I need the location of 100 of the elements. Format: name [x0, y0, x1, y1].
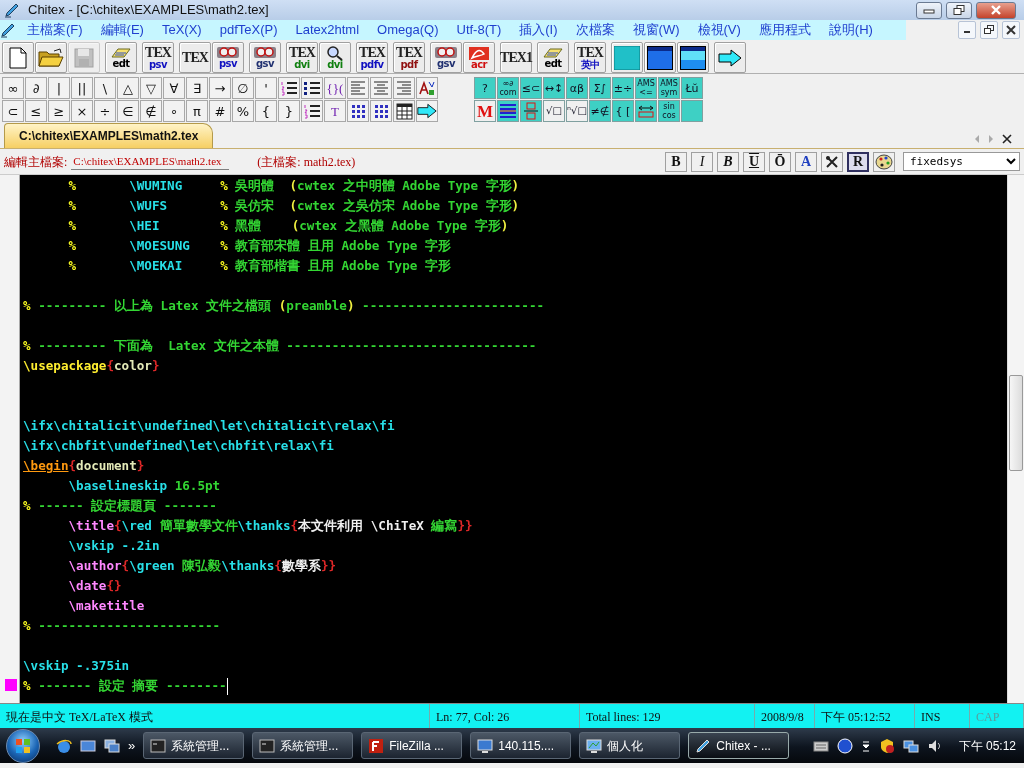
menu-item[interactable]: 編輯(E) — [91, 20, 153, 40]
format-button[interactable] — [301, 77, 323, 99]
overflow-button[interactable]: » — [128, 735, 136, 756]
symbol-button[interactable]: αβ — [566, 77, 588, 99]
symbol-button[interactable]: ∅ — [232, 77, 254, 99]
format-button[interactable] — [635, 100, 657, 122]
symbol-button[interactable]: sin cos — [658, 100, 680, 122]
symbol-button[interactable]: # — [209, 100, 231, 122]
symbol-button[interactable]: × — [71, 100, 93, 122]
taskbar-button[interactable]: 系統管理... — [252, 732, 354, 759]
symbol-button[interactable]: ↔↕ — [543, 77, 565, 99]
symbol-button[interactable]: M — [474, 100, 496, 122]
format-button[interactable]: U — [743, 151, 765, 172]
tex-button[interactable]: TEX — [179, 42, 211, 73]
viewer-button[interactable]: gsv — [430, 42, 462, 73]
symbol-button[interactable]: \ — [94, 77, 116, 99]
quick-launch-button[interactable] — [80, 737, 96, 754]
scrollbar[interactable] — [1007, 175, 1024, 703]
format-button[interactable]: A — [795, 151, 817, 172]
symbol-button[interactable]: AMS <= — [635, 77, 657, 99]
viewer-button[interactable]: psv — [212, 42, 244, 73]
symbol-button[interactable]: ' — [255, 77, 277, 99]
format-button[interactable] — [370, 100, 392, 122]
symbol-button[interactable]: {}( — [324, 77, 346, 99]
taskbar-button[interactable]: FileZilla ... — [361, 732, 463, 759]
symbol-button[interactable]: } — [278, 100, 300, 122]
symbol-button[interactable]: ∂ — [25, 77, 47, 99]
menu-item[interactable]: 主檔案(F) — [18, 20, 92, 40]
edit-button[interactable]: edt — [537, 42, 569, 73]
quick-launch-button[interactable] — [104, 737, 120, 754]
format-button[interactable] — [821, 151, 843, 172]
symbol-button[interactable]: ∞ — [2, 77, 24, 99]
symbol-button[interactable]: ∉ — [140, 100, 162, 122]
format-button[interactable] — [416, 100, 438, 122]
close-button[interactable] — [1002, 21, 1020, 39]
menu-item[interactable]: 說明(H) — [819, 20, 882, 40]
symbol-button[interactable]: T — [324, 100, 346, 122]
symbol-button[interactable]: △ — [117, 77, 139, 99]
symbol-button[interactable]: ≤⊂ — [520, 77, 542, 99]
symbol-button[interactable]: ∘ — [163, 100, 185, 122]
symbol-button[interactable]: ÷ — [94, 100, 116, 122]
forward-button[interactable] — [714, 42, 746, 73]
symbol-button[interactable]: Σ∫ — [589, 77, 611, 99]
menu-item[interactable]: TeX(X) — [152, 20, 211, 40]
open-button[interactable] — [35, 42, 67, 73]
restore-button[interactable] — [980, 21, 998, 39]
symbol-button[interactable]: % — [232, 100, 254, 122]
symbol-button[interactable]: ∃ — [186, 77, 208, 99]
restore-button[interactable] — [946, 1, 972, 19]
preview-button[interactable]: dvi — [319, 42, 351, 73]
format-button[interactable]: I — [691, 151, 713, 172]
symbol-button[interactable]: ⁿ√□ — [566, 100, 588, 122]
taskbar-button[interactable]: 個人化 — [579, 732, 681, 759]
palette-button[interactable] — [873, 151, 895, 172]
taskbar-button[interactable]: 140.115.... — [470, 732, 572, 759]
quick-launch-button[interactable] — [56, 737, 72, 754]
minimize-button[interactable] — [958, 21, 976, 39]
viewer-button[interactable]: acr — [463, 42, 495, 73]
edit-button[interactable]: edt — [105, 42, 137, 73]
format-button[interactable] — [393, 100, 415, 122]
symbol-button[interactable]: { [ — [612, 100, 634, 122]
symbol-button[interactable]: ≤ — [25, 100, 47, 122]
tex-button[interactable]: TEX1 — [500, 42, 532, 73]
menu-item[interactable]: Latex2html — [286, 20, 369, 40]
symbol-button[interactable]: || — [71, 77, 93, 99]
symbol-button[interactable]: ∀ — [163, 77, 185, 99]
tex-button[interactable]: TEX 英中 — [574, 42, 606, 73]
window-button[interactable] — [644, 42, 676, 73]
symbol-button[interactable]: √□ — [543, 100, 565, 122]
menu-item[interactable]: Utf-8(T) — [447, 20, 511, 40]
document-tab[interactable]: C:\chitex\EXAMPLES\math2.tex — [4, 123, 214, 148]
symbol-button[interactable]: ∈ — [117, 100, 139, 122]
font-select[interactable]: fixedsys — [903, 152, 1020, 171]
file-path-field[interactable]: C:\chitex\EXAMPLES\math2.tex — [71, 152, 230, 171]
window-button[interactable] — [677, 42, 709, 73]
menu-item[interactable]: 次檔案 — [566, 20, 624, 40]
symbol-button[interactable]: ⊂ — [2, 100, 24, 122]
menu-item[interactable]: 插入(I) — [510, 20, 567, 40]
taskbar-button[interactable]: 系統管理... — [143, 732, 245, 759]
symbol-button[interactable]: Łŭ — [681, 77, 703, 99]
menu-item[interactable]: 視窗(W) — [623, 20, 689, 40]
viewer-button[interactable]: gsv — [249, 42, 281, 73]
tex-button[interactable]: TEX pdfv — [356, 42, 388, 73]
symbol-button[interactable]: ≠∉ — [589, 100, 611, 122]
symbol-button[interactable]: AMS sym — [658, 77, 680, 99]
symbol-button[interactable]: ▽ — [140, 77, 162, 99]
menu-item[interactable]: pdfTeX(P) — [210, 20, 287, 40]
symbol-button[interactable]: ±÷ — [612, 77, 634, 99]
symbol-button[interactable]: ? — [474, 77, 496, 99]
menu-item[interactable]: Omega(Q) — [368, 20, 448, 40]
format-button[interactable]: R — [847, 151, 869, 172]
new-file-button[interactable] — [2, 42, 34, 73]
symbol-button[interactable]: → — [209, 77, 231, 99]
format-button[interactable] — [347, 100, 369, 122]
symbol-button[interactable]: π — [186, 100, 208, 122]
menu-item[interactable]: 應用程式 — [749, 20, 820, 40]
format-button[interactable] — [301, 100, 323, 122]
format-button[interactable]: Ō — [769, 151, 791, 172]
tex-button[interactable]: TEX psv — [142, 42, 174, 73]
symbol-button[interactable]: ∞∂ com — [497, 77, 519, 99]
